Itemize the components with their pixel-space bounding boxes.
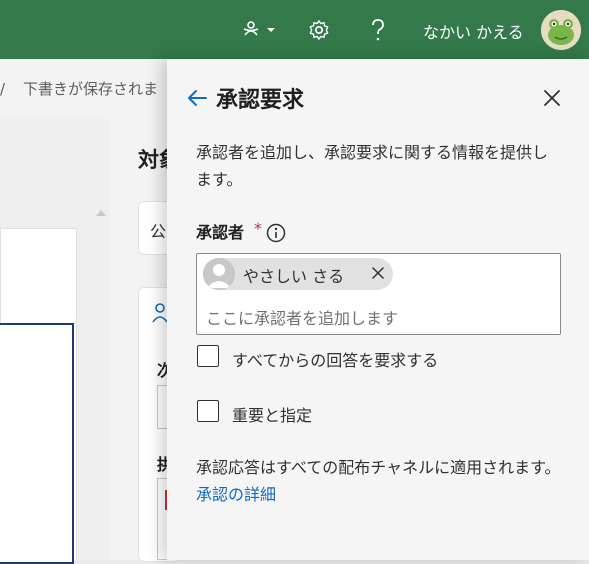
breadcrumb-separator: / <box>0 80 6 98</box>
audience-box-label: 公 <box>150 222 167 241</box>
panel-title: 承認要求 <box>216 88 305 113</box>
panel-description: 承認者を追加し、承認要求に関する情報を提供します。 <box>196 143 549 189</box>
user-avatar[interactable] <box>541 10 581 50</box>
approver-chip-name: やさしい さる <box>243 267 345 286</box>
help-icon <box>372 19 384 41</box>
gear-icon <box>309 20 329 40</box>
share-dropdown-button[interactable] <box>238 14 278 46</box>
required-mark: * <box>254 219 262 238</box>
mark-important-checkbox[interactable] <box>197 400 219 422</box>
footer-note-text: 承認応答はすべての配布チャネルに適用されます。 <box>196 458 561 477</box>
require-all-responses-label[interactable]: すべてからの回答を要求する <box>232 347 438 371</box>
preview-frame <box>0 323 74 564</box>
require-all-responses-checkbox[interactable] <box>197 345 219 367</box>
top-bar: なかい かえる <box>0 0 589 59</box>
approval-details-link[interactable]: 承認の詳細 <box>196 485 276 504</box>
share-dropdown-icon <box>243 21 275 36</box>
info-button[interactable] <box>266 223 286 243</box>
close-icon <box>372 267 384 279</box>
back-button[interactable] <box>185 86 209 110</box>
scroll-up-arrow-icon[interactable] <box>96 210 106 216</box>
arrow-left-icon <box>188 90 207 106</box>
person-icon <box>203 258 235 290</box>
mark-important-label[interactable]: 重要と指定 <box>232 402 312 426</box>
close-icon <box>544 90 560 106</box>
close-button[interactable] <box>541 87 563 109</box>
chip-avatar <box>203 258 235 290</box>
remove-approver-button[interactable] <box>369 264 387 282</box>
help-button[interactable] <box>362 14 394 46</box>
footer-note: 承認応答はすべての配布チャネルに適用されます。承認の詳細 <box>196 454 566 508</box>
frog-avatar-icon <box>541 10 581 50</box>
settings-button[interactable] <box>303 14 335 46</box>
draft-status: 下書きが保存されま <box>23 80 159 98</box>
info-icon <box>266 223 286 243</box>
approver-input-placeholder[interactable]: ここに承認者を追加します <box>206 305 398 329</box>
approver-label: 承認者 <box>196 223 245 242</box>
user-name: なかい かえる <box>423 23 524 42</box>
